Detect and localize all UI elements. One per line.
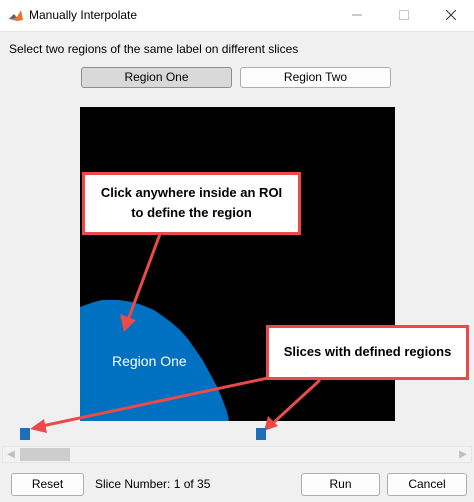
reset-button[interactable]: Reset bbox=[11, 473, 84, 496]
slider-thumb[interactable] bbox=[20, 448, 70, 461]
slider-left-arrow-icon[interactable]: ◀ bbox=[3, 447, 19, 462]
slices-callout-text: Slices with defined regions bbox=[283, 344, 452, 359]
run-button[interactable]: Run bbox=[301, 473, 380, 496]
slice-marker bbox=[256, 428, 266, 440]
annotation-arrows bbox=[30, 233, 322, 433]
slider-right-arrow-icon[interactable]: ▶ bbox=[455, 447, 471, 462]
roi-callout: Click anywhere inside an ROI to define t… bbox=[82, 172, 301, 235]
roi-callout-line-1: Click anywhere inside an ROI bbox=[100, 185, 283, 200]
slice-marker bbox=[20, 428, 30, 440]
roi-callout-line-2: to define the region bbox=[131, 205, 252, 220]
slices-callout: Slices with defined regions bbox=[266, 325, 469, 380]
slice-slider[interactable]: ◀ ▶ bbox=[2, 446, 472, 463]
slice-number-text: Slice Number: 1 of 35 bbox=[95, 477, 211, 491]
cancel-button[interactable]: Cancel bbox=[387, 473, 467, 496]
